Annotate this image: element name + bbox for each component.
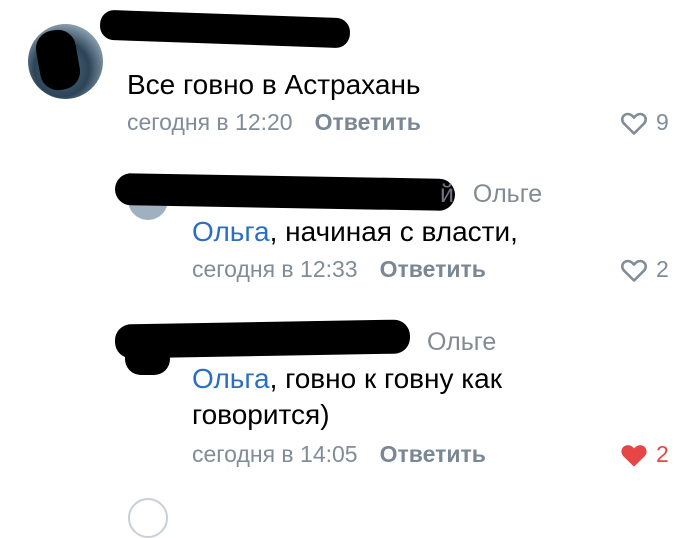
like-count: 2 [656,256,669,282]
comment-text: Ольга, начиная с власти, [192,216,518,247]
redaction-scribble [125,340,170,375]
like-count: 9 [656,109,669,135]
like-button[interactable]: 9 [620,109,669,136]
mention-link[interactable]: Ольга [192,363,270,394]
comment-meta: сегодня в 12:20 Ответить [127,109,421,136]
author-name[interactable]: й [440,180,454,208]
reply-button[interactable]: Ответить [380,256,486,283]
comment-time: сегодня в 14:05 [192,441,358,467]
comment-text: Все говно в Астрахань [127,69,421,100]
heart-outline-icon [621,259,647,282]
like-button[interactable]: 2 [620,441,669,468]
comment-meta: сегодня в 14:05 Ответить [192,441,486,468]
reply-button[interactable]: Ответить [315,109,421,136]
like-count: 2 [656,441,669,467]
comment-author: Ольге [427,328,496,357]
heart-outline-icon [621,112,647,135]
reply-button[interactable]: Ответить [380,441,486,468]
reply-to-name[interactable]: Ольге [427,328,496,356]
comment-author: й Ольге [440,180,542,209]
redaction-scribble [114,173,456,211]
redaction-scribble [99,9,351,49]
comment-time: сегодня в 12:33 [192,256,358,282]
comment-time: сегодня в 12:20 [127,109,293,135]
mention-link[interactable]: Ольга [192,216,270,247]
comment-text: Ольга, говно к говну как говорится) [192,363,502,430]
comment-meta: сегодня в 12:33 Ответить [192,256,486,283]
avatar[interactable] [128,498,168,538]
reply-to-name[interactable]: Ольге [473,180,542,208]
like-button[interactable]: 2 [620,256,669,283]
heart-filled-icon [621,444,647,466]
